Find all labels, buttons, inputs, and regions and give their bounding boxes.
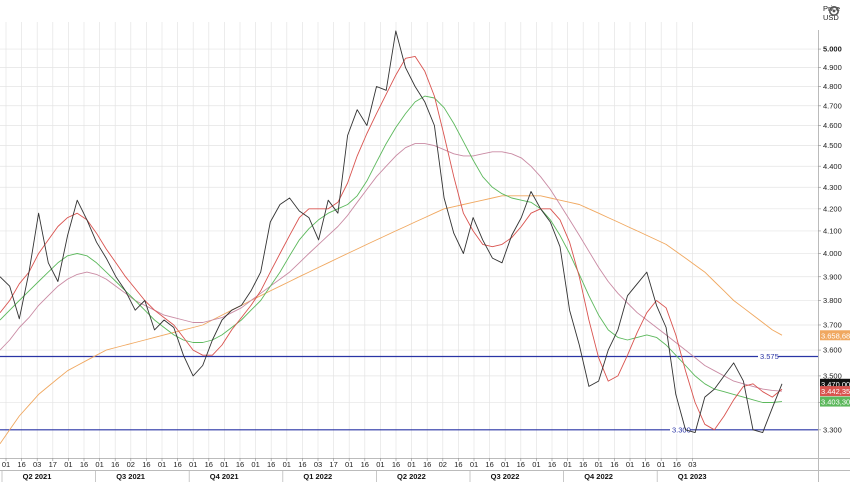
x-tick-label: 16 [267,460,275,469]
y-tick-label: 3.300 [823,425,842,434]
last-value-tag-label: 3.442,35 [821,387,850,396]
y-tick-label: 3.900 [823,272,842,281]
y-tick-label: 4.300 [823,183,842,192]
x-tick-label: 01 [158,460,166,469]
x-tick-label: 16 [173,460,181,469]
x-tick-label: 01 [501,460,509,469]
x-tick-label: 01 [657,460,665,469]
level-label: 3.300 [672,425,691,434]
y-tick-label: 3.600 [823,346,842,355]
y-tick-label: 4.700 [823,101,842,110]
last-value-tag-label: 3.658,68 [821,331,850,340]
x-tick-label: 16 [548,460,556,469]
y-tick-label: 4.600 [823,121,842,130]
x-tick-label: 01 [376,460,384,469]
x-tick-label: 16 [454,460,462,469]
x-tick-label: 16 [17,460,25,469]
quarter-label: Q3 2022 [491,472,520,481]
x-tick-label: 16 [673,460,681,469]
x-tick-label: 01 [407,460,415,469]
last-value-tag-label: 3.403,30 [821,398,850,407]
x-tick-label: 01 [345,460,353,469]
price-chart[interactable]: 3.5753.300 Price USD 3.3003.4003.5003.60… [0,0,850,482]
x-tick-label: 17 [49,460,57,469]
x-tick-label: 01 [2,460,10,469]
x-tick-label: 01 [220,460,228,469]
quarter-label: Q2 2022 [397,472,426,481]
x-tick-label: 03 [314,460,322,469]
quarter-label: Q4 2022 [584,472,613,481]
x-tick-label: 16 [298,460,306,469]
x-tick-label: 02 [439,460,447,469]
x-tick-label: 01 [595,460,603,469]
quarter-label: Q2 2021 [23,472,52,481]
x-tick-label: 16 [423,460,431,469]
y-tick-label: 3.800 [823,296,842,305]
x-tick-label: 16 [641,460,649,469]
x-tick-label: 16 [579,460,587,469]
x-tick-label: 03 [33,460,41,469]
x-tick-label: 03 [688,460,696,469]
x-tick-label: 02 [127,460,135,469]
y-tick-label: 4.400 [823,162,842,171]
x-tick-label: 16 [610,460,618,469]
x-tick-label: 17 [329,460,337,469]
y-tick-label: 4.200 [823,204,842,213]
x-tick-label: 16 [517,460,525,469]
level-label: 3.575 [760,352,779,361]
x-tick-label: 16 [80,460,88,469]
x-tick-label: 01 [470,460,478,469]
y-tick-label: 4.900 [823,63,842,72]
x-tick-label: 01 [95,460,103,469]
y-tick-label: 4.000 [823,249,842,258]
quarter-label: Q3 2021 [116,472,145,481]
x-tick-label: 16 [111,460,119,469]
quarter-label: Q1 2022 [303,472,332,481]
x-tick-label: 16 [236,460,244,469]
x-tick-label: 16 [361,460,369,469]
x-tick-label: 01 [64,460,72,469]
y-tick-label: 4.500 [823,141,842,150]
x-tick-label: 01 [563,460,571,469]
x-tick-label: 01 [626,460,634,469]
y-tick-label: 4.800 [823,82,842,91]
x-tick-label: 01 [283,460,291,469]
x-tick-label: 16 [205,460,213,469]
x-tick-label: 01 [189,460,197,469]
quarter-label: Q1 2023 [678,472,707,481]
quarter-label: Q4 2021 [210,472,239,481]
y-tick-label: 3.700 [823,321,842,330]
x-tick-label: 01 [532,460,540,469]
y-tick-label: 4.100 [823,227,842,236]
y-tick-label: 5.000 [823,45,842,54]
x-tick-label: 16 [142,460,150,469]
x-tick-label: 01 [251,460,259,469]
x-tick-label: 16 [392,460,400,469]
x-tick-label: 16 [485,460,493,469]
